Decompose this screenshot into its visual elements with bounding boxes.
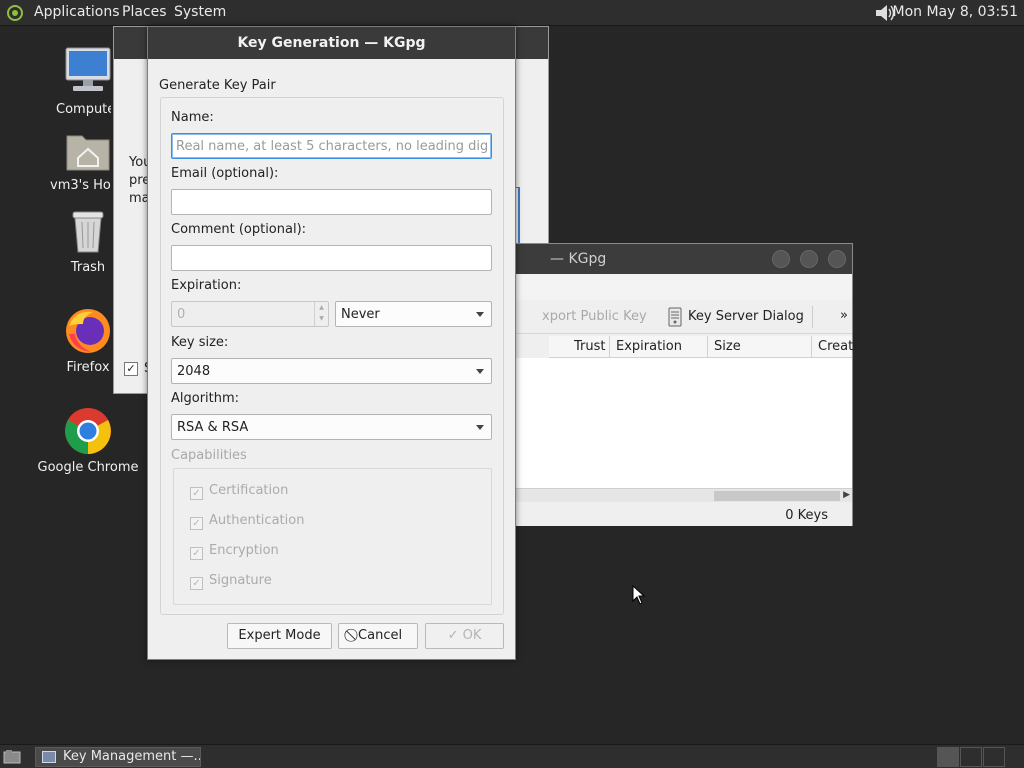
expiration-value: 0 xyxy=(177,307,186,322)
expert-mode-button[interactable]: Expert Mode xyxy=(227,623,332,649)
chrome-icon xyxy=(65,408,111,454)
key-list-header: Trust Expiration Size Creati xyxy=(549,336,856,358)
name-label: Name: xyxy=(171,110,214,125)
checkbox-checked-icon: ✓ xyxy=(190,517,203,530)
desktop-icon-label: Computer xyxy=(56,102,111,117)
scroll-right-arrow-icon[interactable]: ▶ xyxy=(843,490,850,500)
panel-clock[interactable]: Mon May 8, 03:51 xyxy=(892,4,1018,20)
cancel-button-label: Cancel xyxy=(358,628,403,643)
chevron-down-icon xyxy=(476,425,484,430)
key-count: 0 Keys xyxy=(785,508,828,523)
capability-certification[interactable]: ✓ Certification xyxy=(190,483,288,500)
workspace-3[interactable] xyxy=(983,747,1005,767)
group-title: Generate Key Pair xyxy=(159,78,276,93)
key-size-combo[interactable]: 2048 xyxy=(171,358,492,384)
column-expiration[interactable]: Expiration xyxy=(610,336,708,358)
expiration-unit-combo[interactable]: Never xyxy=(335,301,492,327)
kgpg-main-window: — KGpg xport Public Key Key Server Dialo… xyxy=(515,243,856,526)
kgpg-titlebar[interactable]: — KGpg xyxy=(516,244,852,274)
capability-authentication[interactable]: ✓ Authentication xyxy=(190,513,304,530)
toolbar-overflow-button[interactable]: » xyxy=(840,308,848,323)
expiration-label: Expiration: xyxy=(171,278,242,293)
scrollbar-thumb[interactable] xyxy=(714,491,840,501)
email-label: Email (optional): xyxy=(171,166,279,181)
combo-value: 2048 xyxy=(177,364,211,379)
window-icon xyxy=(42,751,56,763)
checkbox-checked-icon: ✓ xyxy=(190,487,203,500)
places-menu[interactable]: Places xyxy=(122,4,167,20)
key-server-icon xyxy=(668,307,682,327)
desktop-icon-label: Google Chrome xyxy=(37,460,139,475)
key-generation-dialog: Key Generation — KGpg Generate Key Pair … xyxy=(147,26,516,660)
ok-button-label: OK xyxy=(462,628,482,643)
export-public-key-button[interactable]: xport Public Key xyxy=(542,309,647,324)
workspace-2[interactable] xyxy=(960,747,982,767)
algorithm-label: Algorithm: xyxy=(171,391,240,406)
workspace-1[interactable] xyxy=(937,747,959,767)
toolbar: xport Public Key Key Server Dialog » xyxy=(516,300,852,334)
capability-encryption[interactable]: ✓ Encryption xyxy=(190,543,279,560)
key-size-label: Key size: xyxy=(171,335,229,350)
home-folder-icon xyxy=(66,135,110,171)
checkbox-checked-icon: ✓ xyxy=(190,547,203,560)
email-input[interactable] xyxy=(171,189,492,215)
window-title: — KGpg xyxy=(550,251,607,267)
top-panel: Applications Places System Mon May 8, 03… xyxy=(0,0,1024,26)
trash-icon xyxy=(72,211,104,253)
cancel-button[interactable]: ⃠ Cancel xyxy=(338,623,418,649)
chevron-down-icon xyxy=(476,312,484,317)
capability-label: Encryption xyxy=(209,543,279,558)
mouse-cursor-icon xyxy=(632,585,646,605)
applications-menu[interactable]: Applications xyxy=(34,4,120,20)
capability-label: Signature xyxy=(209,573,272,588)
horizontal-scrollbar[interactable]: ▶ xyxy=(516,488,852,502)
minimize-button[interactable] xyxy=(772,250,790,268)
capability-signature[interactable]: ✓ Signature xyxy=(190,573,272,590)
computer-icon xyxy=(65,47,111,91)
comment-input[interactable] xyxy=(171,245,492,271)
column-trust[interactable]: Trust xyxy=(568,336,610,358)
keygen-titlebar[interactable]: Key Generation — KGpg xyxy=(148,27,515,59)
name-input[interactable] xyxy=(171,133,492,159)
statusbar: 0 Keys xyxy=(516,504,852,526)
capability-label: Certification xyxy=(209,483,289,498)
distro-logo-icon[interactable] xyxy=(6,4,24,22)
comment-label: Comment (optional): xyxy=(171,222,307,237)
taskbar-item-key-management[interactable]: Key Management —... xyxy=(35,747,201,767)
desktop-icon-chrome[interactable]: Google Chrome xyxy=(33,406,143,475)
key-server-dialog-button[interactable]: Key Server Dialog xyxy=(688,309,804,324)
key-list[interactable] xyxy=(516,358,852,488)
ok-button[interactable]: ✓ OK xyxy=(425,623,504,649)
taskbar-item-label: Key Management —... xyxy=(63,749,201,764)
capabilities-label: Capabilities xyxy=(171,448,247,463)
bottom-panel: Key Management —... xyxy=(0,744,1024,768)
algorithm-combo[interactable]: RSA & RSA xyxy=(171,414,492,440)
capability-label: Authentication xyxy=(209,513,305,528)
expiration-spinbox[interactable]: 0 ▲ ▼ xyxy=(171,301,329,327)
combo-value: RSA & RSA xyxy=(177,420,249,435)
firefox-icon xyxy=(66,309,110,353)
column-size[interactable]: Size xyxy=(708,336,812,358)
checkbox-checked-icon: ✓ xyxy=(190,577,203,590)
system-menu[interactable]: System xyxy=(174,4,226,20)
close-button[interactable] xyxy=(828,250,846,268)
desktop-icon-label: vm3's Home xyxy=(50,178,112,193)
show-desktop-icon[interactable] xyxy=(3,749,21,764)
menubar xyxy=(516,274,852,300)
maximize-button[interactable] xyxy=(800,250,818,268)
dialog-checkbox[interactable]: ✓ xyxy=(124,362,138,376)
toolbar-separator xyxy=(812,306,813,328)
spin-arrows-icon[interactable]: ▲ ▼ xyxy=(314,302,328,326)
chevron-down-icon xyxy=(476,369,484,374)
check-icon: ✓ xyxy=(447,628,459,643)
column-creation[interactable]: Creati xyxy=(812,336,856,358)
combo-value: Never xyxy=(341,307,380,322)
